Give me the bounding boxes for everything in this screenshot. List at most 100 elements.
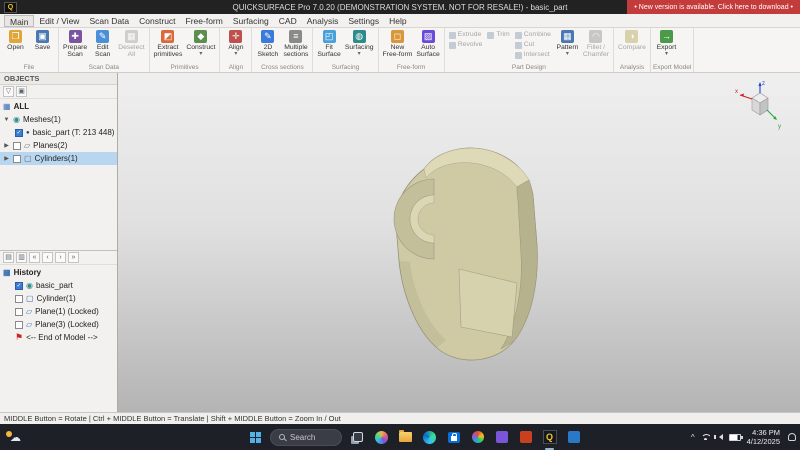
pinned-app-purple-button[interactable] xyxy=(493,429,510,446)
history-end-of-model[interactable]: ⚑ <-- End of Model --> xyxy=(0,331,117,344)
open-button[interactable]: ❐ Open xyxy=(2,29,29,51)
hidden-icons-chevron-icon[interactable]: ^ xyxy=(691,433,695,442)
auto-surface-button[interactable]: ▨ Auto Surface xyxy=(414,29,441,59)
history-item-cylinder[interactable]: ▢ Cylinder(1) xyxy=(0,292,117,305)
menu-free-form[interactable]: Free-form xyxy=(181,15,228,27)
tree-item-all-label: ALL xyxy=(14,102,30,111)
history-cylinder-checkbox[interactable] xyxy=(15,295,23,303)
meshes-expand-icon[interactable]: ▼ xyxy=(3,117,10,123)
edit-scan-button[interactable]: ✎ Edit Scan xyxy=(89,29,116,59)
model-3d[interactable] xyxy=(118,73,800,412)
view-orientation-widget[interactable]: x z y xyxy=(732,78,788,134)
history-plane1-checkbox[interactable] xyxy=(15,308,23,316)
battery-icon[interactable] xyxy=(729,434,741,441)
photos-button[interactable] xyxy=(469,429,486,446)
menu-edit-view[interactable]: Edit / View xyxy=(34,15,84,27)
menu-cad[interactable]: CAD xyxy=(274,15,302,27)
quicksurface-taskbar-button[interactable]: Q xyxy=(541,429,558,446)
history-prev-icon[interactable]: ‹ xyxy=(42,252,53,263)
start-button[interactable] xyxy=(250,432,255,437)
menu-scan-data[interactable]: Scan Data xyxy=(84,15,134,27)
compare-button[interactable]: ◑ Compare xyxy=(616,29,648,51)
revolve-button[interactable]: Revolve xyxy=(449,41,483,49)
show-all-icon[interactable]: ▣ xyxy=(16,86,27,97)
export-dropdown-icon[interactable]: ▾ xyxy=(665,51,668,57)
cylinders-expand-icon[interactable]: ▶ xyxy=(3,155,10,162)
new-free-form-button[interactable]: ◻ New Free-form xyxy=(381,29,415,59)
combine-button[interactable]: Combine xyxy=(515,31,551,39)
history-detail-view-icon[interactable]: ▥ xyxy=(16,252,27,263)
planes-expand-icon[interactable]: ▶ xyxy=(3,142,10,149)
construct-button[interactable]: ◆ Construct ▾ xyxy=(184,29,217,57)
basic-part-checkbox[interactable]: ✓ xyxy=(15,129,23,137)
history-first-icon[interactable]: « xyxy=(29,252,40,263)
pattern-dropdown-icon[interactable]: ▾ xyxy=(566,51,569,57)
construct-dropdown-icon[interactable]: ▾ xyxy=(199,51,202,57)
taskbar-search[interactable]: Search xyxy=(270,429,342,446)
cylinders-checkbox[interactable] xyxy=(13,155,21,163)
trim-button[interactable]: Trim xyxy=(487,31,509,39)
menu-settings[interactable]: Settings xyxy=(343,15,384,27)
filter-icon[interactable]: ▽ xyxy=(3,86,14,97)
export-icon: → xyxy=(660,30,673,43)
volume-icon[interactable] xyxy=(716,434,723,440)
multiple-sections-button[interactable]: ≡ Multiple sections xyxy=(281,29,310,59)
intersect-button[interactable]: Intersect xyxy=(515,51,551,59)
fillet-chamfer-button[interactable]: ◠ Fillet / Chamfer xyxy=(581,29,611,59)
menu-help[interactable]: Help xyxy=(384,15,411,27)
ribbon-group-primitives: ◩ Extract primitives ◆ Construct ▾ Primi… xyxy=(150,28,221,72)
history-item-plane1[interactable]: ▱ Plane(1) (Locked) xyxy=(0,305,117,318)
copilot-button[interactable] xyxy=(373,429,390,446)
history-toolbar: ▤ ▥ « ‹ › » xyxy=(0,251,117,265)
history-panel: ▤ ▥ « ‹ › » ▦ History ✓ ◉ basic_part xyxy=(0,251,117,412)
history-basic-part-checkbox[interactable]: ✓ xyxy=(15,282,23,290)
history-list-view-icon[interactable]: ▤ xyxy=(3,252,14,263)
history-item-basic-part[interactable]: ✓ ◉ basic_part xyxy=(0,279,117,292)
menu-main[interactable]: Main xyxy=(4,15,34,27)
history-plane3-checkbox[interactable] xyxy=(15,321,23,329)
history-item-plane3[interactable]: ▱ Plane(3) (Locked) xyxy=(0,318,117,331)
menu-construct[interactable]: Construct xyxy=(134,15,180,27)
file-explorer-button[interactable] xyxy=(397,429,414,446)
store-icon xyxy=(448,432,460,443)
fit-surface-button[interactable]: ◰ Fit Surface xyxy=(315,29,342,59)
save-button[interactable]: ▣ Save xyxy=(29,29,56,51)
history-next-icon[interactable]: › xyxy=(55,252,66,263)
wifi-icon[interactable] xyxy=(701,434,710,440)
history-last-icon[interactable]: » xyxy=(68,252,79,263)
export-button[interactable]: → Export ▾ xyxy=(653,29,680,57)
widgets-button[interactable]: ☁ xyxy=(6,424,21,450)
pattern-button[interactable]: ▦ Pattern ▾ xyxy=(554,29,581,57)
pinned-app-red-button[interactable] xyxy=(517,429,534,446)
tree-item-cylinders[interactable]: ▶ ▢ Cylinders(1) xyxy=(0,152,117,165)
prepare-scan-button[interactable]: ✚ Prepare Scan xyxy=(61,29,89,59)
surfacing-dropdown-icon[interactable]: ▾ xyxy=(358,51,361,57)
fit-surface-icon: ◰ xyxy=(323,30,336,43)
update-banner[interactable]: • New version is available. Click here t… xyxy=(627,0,800,14)
tree-item-planes[interactable]: ▶ ▱ Planes(2) xyxy=(0,139,117,152)
history-root-item[interactable]: ▦ History xyxy=(0,266,117,279)
planes-checkbox[interactable] xyxy=(13,142,21,150)
2d-sketch-button[interactable]: ✎ 2D Sketch xyxy=(254,29,281,59)
pinned-app-blue-button[interactable] xyxy=(565,429,582,446)
extrude-button[interactable]: Extrude xyxy=(449,31,483,39)
tree-item-basic-part[interactable]: ✓ ● basic_part (T: 213 448) xyxy=(0,126,117,139)
surfacing-button[interactable]: ◍ Surfacing ▾ xyxy=(343,29,376,57)
tree-item-all[interactable]: ▦ ALL xyxy=(0,100,117,113)
align-button[interactable]: ✛ Align ▾ xyxy=(222,29,249,57)
pinned-app-red-icon xyxy=(520,431,532,443)
edge-button[interactable] xyxy=(421,429,438,446)
tree-item-meshes[interactable]: ▼ ◉ Meshes(1) xyxy=(0,113,117,126)
viewport-3d[interactable]: x z y xyxy=(118,73,800,412)
taskbar-clock[interactable]: 4:36 PM 4/12/2025 xyxy=(747,428,780,446)
align-dropdown-icon[interactable]: ▾ xyxy=(234,51,237,57)
notification-bell-icon[interactable] xyxy=(788,433,796,441)
menu-analysis[interactable]: Analysis xyxy=(302,15,344,27)
store-button[interactable] xyxy=(445,429,462,446)
deselect-all-button[interactable]: ▦ Deselect All xyxy=(116,29,146,59)
cut-button[interactable]: Cut xyxy=(515,41,551,49)
task-view-button[interactable] xyxy=(349,429,366,446)
menu-surfacing[interactable]: Surfacing xyxy=(228,15,274,27)
file-explorer-icon xyxy=(399,432,412,442)
extract-primitives-button[interactable]: ◩ Extract primitives xyxy=(152,29,185,59)
